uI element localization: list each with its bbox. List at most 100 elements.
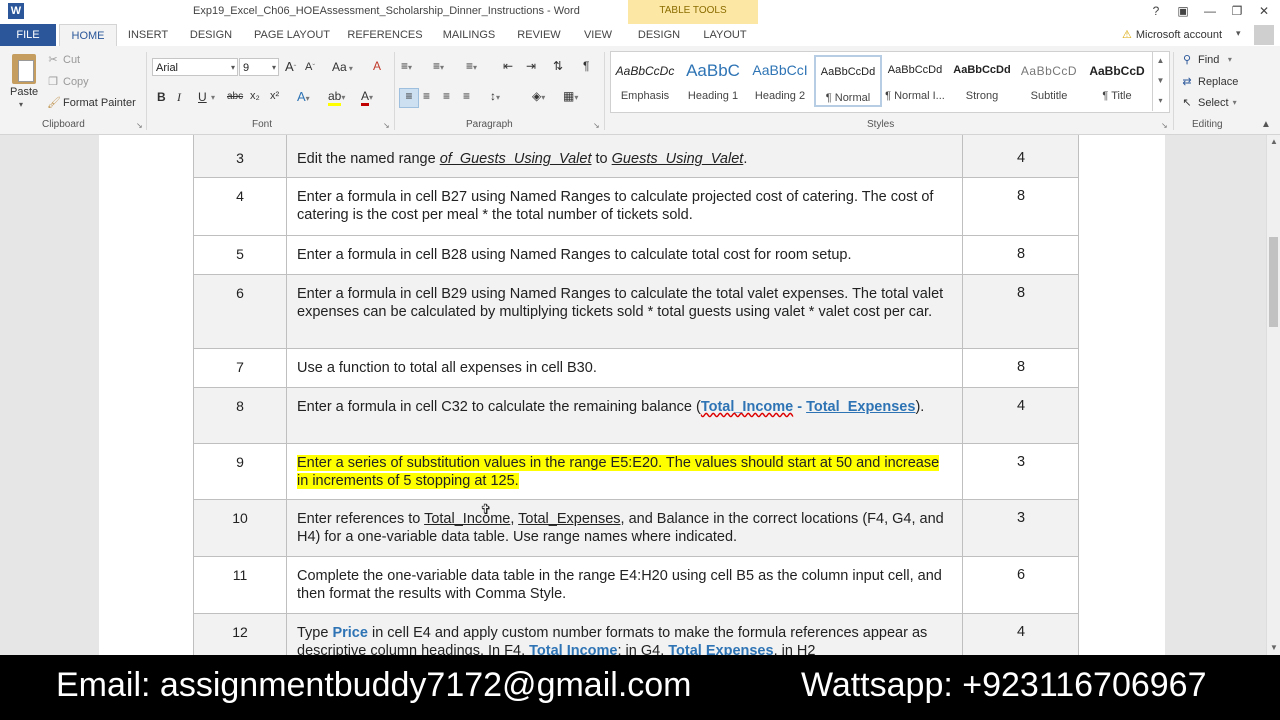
tab-references[interactable]: REFERENCES [344,24,426,46]
step-instruction[interactable]: Enter a formula in cell B29 using Named … [297,285,947,321]
table-row[interactable]: 3 Edit the named range of_Guests_Using_V… [193,135,1079,178]
style-normal[interactable]: AaBbCcDd ¶ Normal [814,55,882,107]
select-button[interactable]: ↖ Select ▾ [1180,96,1236,110]
decrease-indent-icon[interactable]: ⇤ [503,59,513,73]
step-instruction[interactable]: Enter a series of substitution values in… [297,454,947,490]
close-icon[interactable]: ✕ [1254,2,1274,20]
cut-button[interactable]: ✂ Cut [47,53,80,67]
text-effects-button[interactable]: A▾ [297,89,310,104]
grow-font-button[interactable]: Aˆ [285,59,296,74]
step-instruction[interactable]: Enter a formula in cell C32 to calculate… [297,398,947,416]
clipboard-launcher-icon[interactable]: ↘ [136,121,143,130]
numbering-icon[interactable]: ≡▾ [433,59,444,73]
change-case-button[interactable]: Aa ▾ [332,60,353,74]
strikethrough-button[interactable]: abc [227,91,243,102]
vertical-scrollbar[interactable]: ▲ ▼ [1266,135,1280,655]
tab-view[interactable]: VIEW [576,24,620,46]
format-painter-button[interactable]: 🖌 Format Painter [47,96,136,110]
superscript-button[interactable]: x² [270,90,279,102]
increase-indent-icon[interactable]: ⇥ [526,59,536,73]
step-instruction[interactable]: Enter a formula in cell B27 using Named … [297,188,947,224]
replace-button[interactable]: ⇄ Replace [1180,75,1238,89]
subscript-button[interactable]: x₂ [250,90,260,102]
table-row[interactable]: 7 Use a function to total all expenses i… [193,349,1079,388]
avatar[interactable] [1254,25,1274,45]
font-size-box[interactable]: 9 ▾ [239,58,279,76]
shading-icon[interactable]: ◈▾ [532,89,545,103]
table-row[interactable]: 9 Enter a series of substitution values … [193,444,1079,500]
step-instruction[interactable]: Edit the named range of_Guests_Using_Val… [297,150,947,168]
chevron-down-icon[interactable]: ▾ [211,93,215,102]
table-row[interactable]: 6 Enter a formula in cell B29 using Name… [193,275,1079,349]
tab-table-layout[interactable]: LAYOUT [698,24,752,46]
table-row[interactable]: 10 Enter references to Total_Income, Tot… [193,500,1079,557]
font-color-button[interactable]: A▾ [361,89,373,106]
style-heading-1[interactable]: AaBbC Heading 1 [679,55,747,107]
font-launcher-icon[interactable]: ↘ [383,121,390,130]
tab-review[interactable]: REVIEW [512,24,566,46]
shrink-font-button[interactable]: Aˇ [305,61,315,73]
table-row[interactable]: 12 Type Price in cell E4 and apply custo… [193,614,1079,655]
bullets-icon[interactable]: ≡▾ [401,59,412,73]
step-instruction[interactable]: Enter references to Total_Income, Total_… [297,510,947,546]
document-area[interactable]: 3 Edit the named range of_Guests_Using_V… [0,135,1266,655]
chevron-down-icon[interactable]: ▾ [1236,28,1241,39]
font-name-box[interactable]: Arial ▾ [152,58,238,76]
highlight-button[interactable]: ab▾ [328,89,345,106]
step-instruction[interactable]: Complete the one-variable data table in … [297,567,947,603]
help-icon[interactable]: ? [1146,2,1166,20]
find-button[interactable]: ⚲ Find ▾ [1180,53,1232,67]
clear-formatting-button[interactable]: A [373,59,381,73]
microsoft-account[interactable]: ⚠ Microsoft account [1122,28,1222,41]
sort-icon[interactable]: ⇅ [553,59,563,73]
word-logo-icon[interactable]: W [8,3,24,19]
chevron-down-icon[interactable]: ▾ [19,100,23,109]
tab-table-design[interactable]: DESIGN [630,24,688,46]
step-instruction[interactable]: Type Price in cell E4 and apply custom n… [297,624,947,655]
align-right-icon[interactable]: ≡ [443,89,450,103]
style-title[interactable]: AaBbCcD ¶ Title [1083,55,1151,107]
table-row[interactable]: 11 Complete the one-variable data table … [193,557,1079,614]
step-instruction[interactable]: Use a function to total all expenses in … [297,359,947,377]
paste-button[interactable]: Paste [10,86,38,98]
multilevel-list-icon[interactable]: ≡▾ [466,59,477,73]
justify-icon[interactable]: ≡ [463,89,470,103]
style-normal-indent[interactable]: AaBbCcDd ¶ Normal I... [881,55,949,107]
tab-mailings[interactable]: MAILINGS [436,24,502,46]
underline-button[interactable]: U [198,90,207,104]
paragraph-launcher-icon[interactable]: ↘ [593,121,600,130]
minimize-icon[interactable]: — [1200,2,1220,20]
bold-button[interactable]: B [157,90,166,104]
chevron-up-icon[interactable]: ▲ [1153,51,1168,71]
scroll-down-icon[interactable]: ▼ [1267,641,1280,655]
step-instruction[interactable]: Enter a formula in cell B28 using Named … [297,246,947,264]
chevron-down-icon[interactable]: ▼ [1153,71,1168,91]
tab-insert[interactable]: INSERT [122,24,174,46]
align-center-icon[interactable]: ≡ [423,89,430,103]
copy-button[interactable]: ❐ Copy [47,75,89,89]
style-subtitle[interactable]: AaBbCcD Subtitle [1015,55,1083,107]
style-strong[interactable]: AaBbCcDd Strong [948,55,1016,107]
line-spacing-icon[interactable]: ↕▾ [490,89,500,103]
ribbon-display-options-icon[interactable]: ▣ [1173,2,1193,20]
style-emphasis[interactable]: AaBbCcDc Emphasis [611,55,679,107]
table-row[interactable]: 8 Enter a formula in cell C32 to calcula… [193,388,1079,444]
paste-icon[interactable] [12,54,36,84]
style-heading-2[interactable]: AaBbCcI Heading 2 [746,55,814,107]
restore-icon[interactable]: ❐ [1227,2,1247,20]
chevron-down-icon[interactable]: ▾ [231,59,235,77]
tab-design[interactable]: DESIGN [183,24,239,46]
scroll-up-icon[interactable]: ▲ [1267,135,1280,149]
table-row[interactable]: 4 Enter a formula in cell B27 using Name… [193,178,1079,236]
italic-button[interactable]: I [177,90,181,105]
scroll-thumb[interactable] [1269,237,1278,327]
align-left-icon[interactable]: ≡ [399,88,419,108]
styles-launcher-icon[interactable]: ↘ [1161,121,1168,130]
tab-file[interactable]: FILE [0,24,56,46]
chevron-down-icon[interactable]: ▾ [272,59,276,77]
more-icon[interactable]: ▾ [1153,91,1168,111]
show-formatting-marks-icon[interactable]: ¶ [583,59,589,73]
borders-icon[interactable]: ▦▾ [563,89,578,103]
collapse-ribbon-icon[interactable]: ▲ [1261,119,1271,130]
table-row[interactable]: 5 Enter a formula in cell B28 using Name… [193,236,1079,275]
